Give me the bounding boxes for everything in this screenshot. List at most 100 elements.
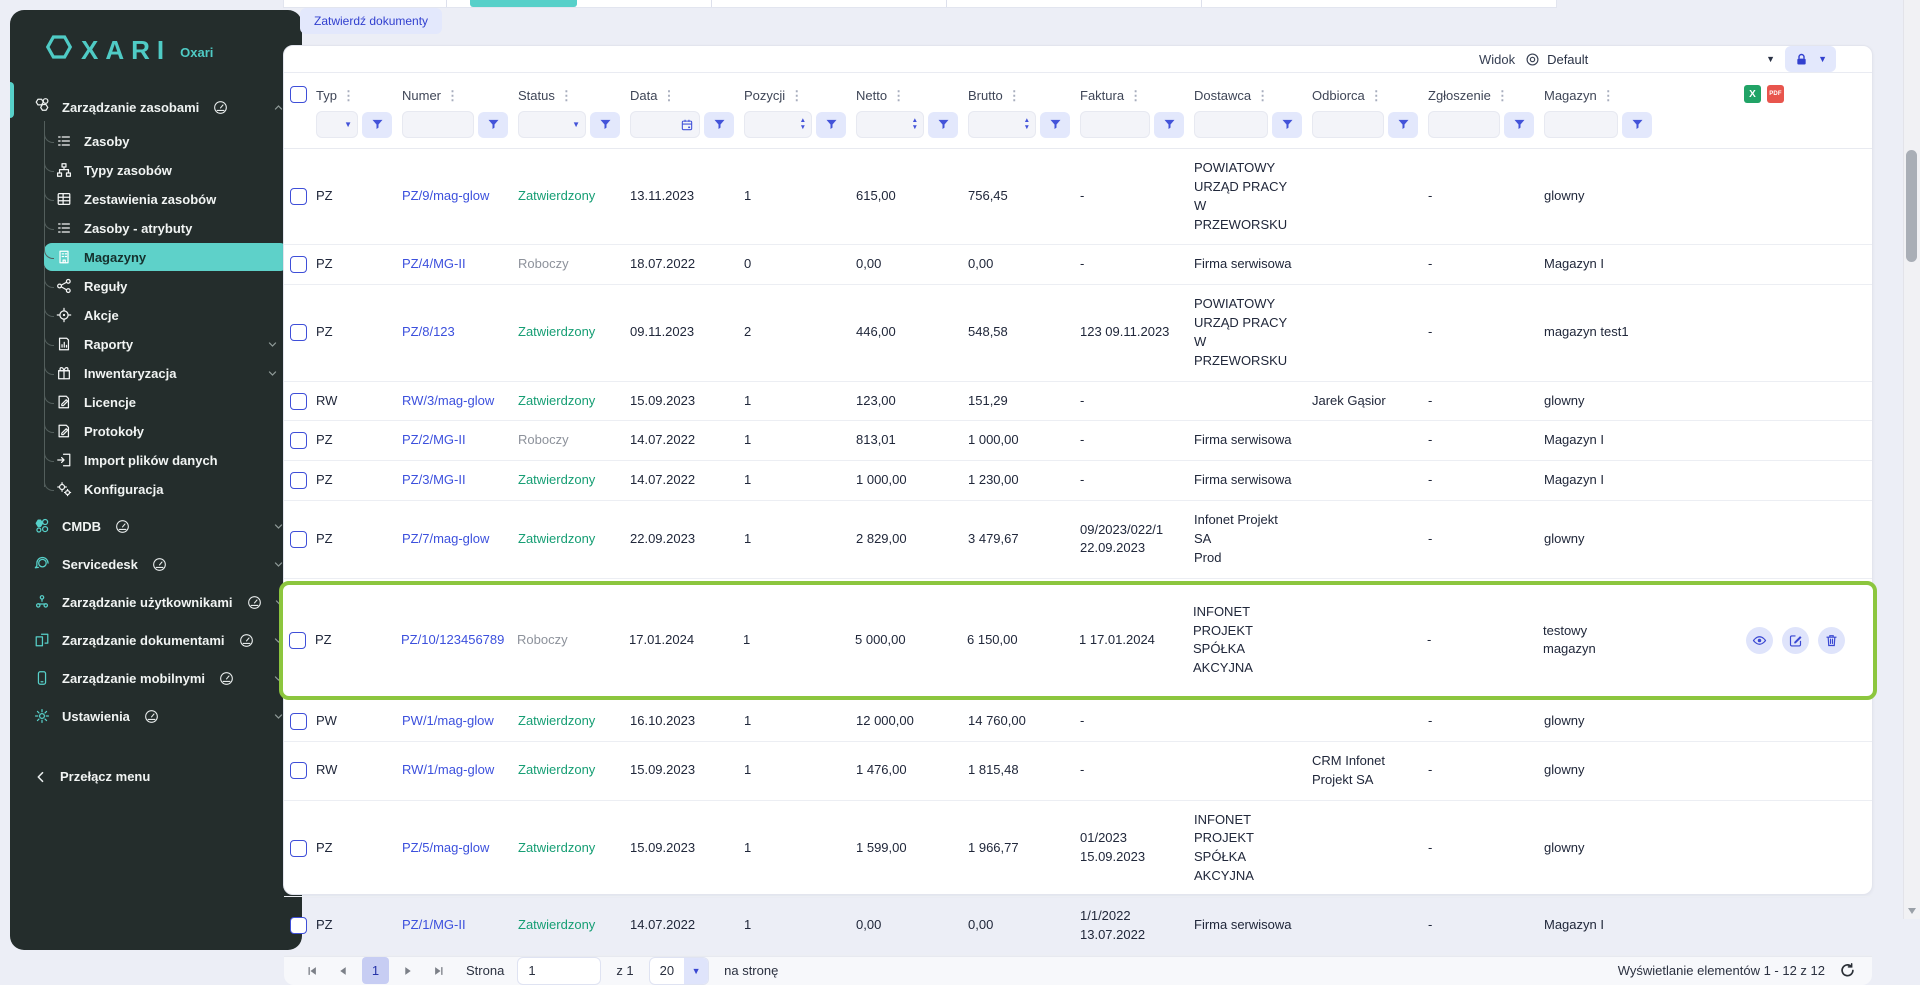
filter-input-pozycji[interactable]: ▲▼ [744, 111, 812, 138]
row-checkbox[interactable] [290, 188, 307, 205]
scrollbar-down-arrow[interactable] [1908, 908, 1916, 914]
active-tab[interactable] [470, 0, 577, 7]
filter-funnel-button[interactable] [704, 112, 734, 138]
table-row[interactable]: PZPZ/3/MG-IIZatwierdzony14.07.202211 000… [284, 461, 1872, 501]
filter-input-dostawca[interactable] [1194, 111, 1268, 138]
cell-numer[interactable]: PZ/9/mag-glow [396, 177, 512, 216]
cell-numer[interactable]: PZ/1/MG-II [396, 906, 512, 945]
column-menu-icon[interactable]: ⋮ [560, 89, 573, 102]
row-checkbox[interactable] [290, 531, 307, 548]
column-menu-icon[interactable]: ⋮ [662, 89, 675, 102]
refresh-button[interactable] [1839, 962, 1856, 979]
row-checkbox[interactable] [290, 472, 307, 489]
filter-funnel-button[interactable] [1272, 112, 1302, 138]
page-number-button[interactable]: 1 [362, 957, 389, 984]
number-spinner[interactable]: ▲▼ [912, 118, 918, 131]
row-checkbox[interactable] [290, 762, 307, 779]
cell-numer[interactable]: RW/1/mag-glow [396, 751, 512, 790]
last-page-button[interactable] [427, 959, 451, 983]
table-row[interactable]: PZPZ/5/mag-glowZatwierdzony15.09.202311 … [284, 801, 1872, 897]
table-row[interactable]: RWRW/1/mag-glowZatwierdzony15.09.202311 … [284, 742, 1872, 801]
sidebar-item-zasoby[interactable]: Zasoby [44, 127, 288, 155]
filter-funnel-button[interactable] [1154, 112, 1184, 138]
sidebar-item-zarządzanie-dokumentami[interactable]: Zarządzanie dokumentami [10, 621, 294, 659]
column-menu-icon[interactable]: ⋮ [1602, 89, 1615, 102]
cell-numer[interactable]: PZ/8/123 [396, 313, 512, 352]
cell-numer[interactable]: PW/1/mag-glow [396, 702, 512, 741]
table-row[interactable]: PZPZ/1/MG-IIZatwierdzony14.07.202210,000… [284, 897, 1872, 956]
cell-numer[interactable]: PZ/2/MG-II [396, 421, 512, 460]
sidebar-item-akcje[interactable]: Akcje [44, 301, 288, 329]
sidebar-item-licencje[interactable]: Licencje [44, 388, 288, 416]
menu-toggle-button[interactable]: Przełącz menu [10, 757, 302, 796]
sidebar-item-zarządzanie-użytkownikami[interactable]: Zarządzanie użytkownikami [10, 583, 294, 621]
column-menu-icon[interactable]: ⋮ [892, 89, 905, 102]
table-row[interactable]: RWRW/3/mag-glowZatwierdzony15.09.2023112… [284, 382, 1872, 422]
page-size-select[interactable]: 20 ▼ [649, 957, 709, 985]
filter-input-status[interactable]: ▼ [518, 111, 586, 138]
number-spinner[interactable]: ▲▼ [1024, 118, 1030, 131]
select-all-checkbox[interactable] [290, 86, 307, 103]
lock-view-button[interactable]: ▼ [1785, 46, 1836, 72]
row-checkbox[interactable] [290, 393, 307, 410]
column-menu-icon[interactable]: ⋮ [1256, 89, 1269, 102]
sidebar-item-magazyny[interactable]: Magazyny [44, 243, 288, 271]
sidebar-item-protokoły[interactable]: Protokoły [44, 417, 288, 445]
filter-input-netto[interactable]: ▲▼ [856, 111, 924, 138]
sidebar-item-import-plików-danych[interactable]: Import plików danych [44, 446, 288, 474]
view-select[interactable]: Default ▼ [1525, 47, 1775, 71]
row-checkbox[interactable] [290, 256, 307, 273]
row-checkbox[interactable] [290, 840, 307, 857]
row-checkbox[interactable] [290, 432, 307, 449]
sidebar-item-raporty[interactable]: Raporty [44, 330, 288, 358]
filter-funnel-button[interactable] [1504, 112, 1534, 138]
filter-input-numer[interactable] [402, 111, 474, 138]
column-menu-icon[interactable]: ⋮ [446, 89, 459, 102]
filter-funnel-button[interactable] [478, 112, 508, 138]
sidebar-item-konfiguracja[interactable]: Konfiguracja [44, 475, 288, 503]
filter-input-faktura[interactable] [1080, 111, 1150, 138]
sidebar-item-typy-zasobów[interactable]: Typy zasobów [44, 156, 288, 184]
filter-input-brutto[interactable]: ▲▼ [968, 111, 1036, 138]
vertical-scrollbar[interactable] [1903, 0, 1920, 919]
number-spinner[interactable]: ▲▼ [800, 118, 806, 131]
filter-input-data[interactable] [630, 111, 700, 138]
sidebar-item-servicedesk[interactable]: Servicedesk [10, 545, 294, 583]
column-menu-icon[interactable]: ⋮ [790, 89, 803, 102]
table-row[interactable]: PZPZ/10/123456789Roboczy17.01.202415 000… [283, 585, 1873, 696]
view-button[interactable] [1746, 627, 1773, 654]
column-menu-icon[interactable]: ⋮ [1496, 89, 1509, 102]
table-row[interactable]: PWPW/1/mag-glowZatwierdzony16.10.2023112… [284, 702, 1872, 742]
filter-input-magazyn[interactable] [1544, 111, 1618, 138]
filter-funnel-button[interactable] [590, 112, 620, 138]
filter-input-zgloszenie[interactable] [1428, 111, 1500, 138]
table-row[interactable]: PZPZ/7/mag-glowZatwierdzony22.09.202312 … [284, 501, 1872, 579]
first-page-button[interactable] [300, 959, 324, 983]
sidebar-item-cmdb[interactable]: CMDB [10, 507, 294, 545]
filter-funnel-button[interactable] [362, 112, 392, 138]
sidebar-item-inwentaryzacja[interactable]: Inwentaryzacja [44, 359, 288, 387]
row-checkbox[interactable] [290, 713, 307, 730]
edit-button[interactable] [1782, 627, 1809, 654]
cell-numer[interactable]: PZ/7/mag-glow [396, 520, 512, 559]
column-menu-icon[interactable]: ⋮ [1370, 89, 1383, 102]
filter-input-odbiorca[interactable] [1312, 111, 1384, 138]
column-menu-icon[interactable]: ⋮ [342, 89, 355, 102]
filter-input-typ[interactable]: ▼ [316, 111, 358, 138]
cell-numer[interactable]: PZ/4/MG-II [396, 245, 512, 284]
sidebar-item-zasoby-atrybuty[interactable]: Zasoby - atrybuty [44, 214, 288, 242]
page-input[interactable]: 1 [517, 957, 601, 985]
filter-funnel-button[interactable] [816, 112, 846, 138]
next-page-button[interactable] [396, 959, 420, 983]
export-excel-icon[interactable]: X [1744, 85, 1761, 103]
filter-funnel-button[interactable] [1388, 112, 1418, 138]
cell-numer[interactable]: PZ/10/123456789 [395, 621, 511, 660]
export-pdf-icon[interactable]: PDF [1767, 85, 1784, 103]
previous-page-button[interactable] [331, 959, 355, 983]
sidebar-item-zestawienia-zasobów[interactable]: Zestawienia zasobów [44, 185, 288, 213]
row-checkbox[interactable] [290, 324, 307, 341]
sidebar-item-zarządzanie-mobilnymi[interactable]: Zarządzanie mobilnymi [10, 659, 294, 697]
table-row[interactable]: PZPZ/2/MG-IIRoboczy14.07.20221813,011 00… [284, 421, 1872, 461]
sidebar-item-ustawienia[interactable]: Ustawienia [10, 697, 294, 735]
column-menu-icon[interactable]: ⋮ [1008, 89, 1021, 102]
